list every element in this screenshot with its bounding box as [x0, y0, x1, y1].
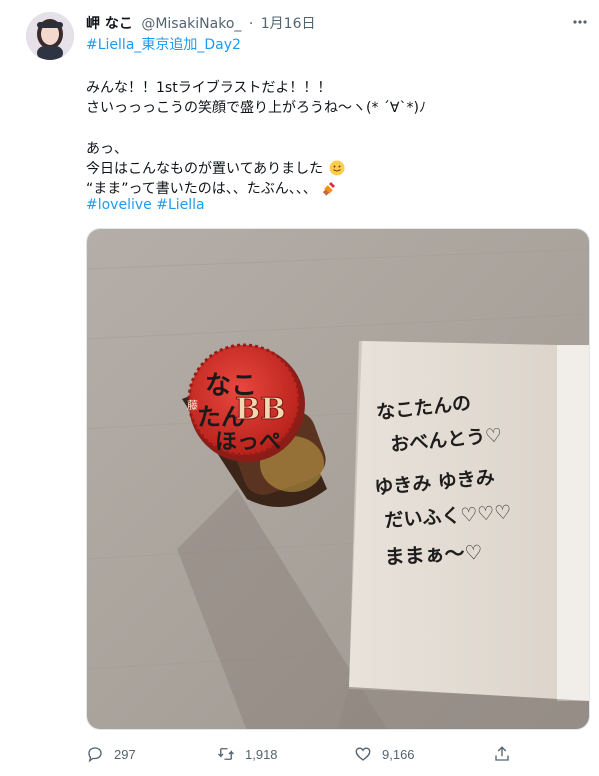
tweet-text-line-4: あっ、 [86, 141, 128, 157]
author-name[interactable]: 岬 なこ [86, 16, 133, 32]
separator-dot: · [248, 16, 254, 32]
tweet-photo[interactable]: なこ たん ほっぺ BB 藤 なこたんの おべんとう♡ ゆきみ ゆきみ だいふく… [86, 228, 590, 730]
tweet-text-line-5: 今日はこんなものが置いてありました [86, 161, 324, 177]
tweet-text-line-1: みんな！！1stライブラストだよ！！！ [86, 80, 332, 96]
note-line-5: ままぁ〜♡ [384, 540, 483, 569]
reply-count: 297 [114, 746, 136, 762]
like-count: 9,166 [382, 746, 415, 762]
tweet-actions: 297 1,918 9,166 [0, 740, 599, 768]
hashtag-liella-tokyo[interactable]: #Liella_東京追加_Day2 [86, 35, 241, 55]
reply-button[interactable]: 297 [86, 740, 136, 768]
reply-icon [88, 747, 102, 763]
cap-badge: BB [235, 392, 286, 427]
cap-small-text: 藤 [187, 399, 198, 412]
cap-text-3: ほっぺ [215, 430, 281, 455]
retweet-button[interactable]: 1,918 [217, 740, 278, 768]
hashtag-liella[interactable]: #Liella [156, 197, 204, 213]
tweet-text-line-2: さいっっっこうの笑顔で盛り上がろうね〜ヽ(* ´∀`*)ﾉ [86, 100, 426, 116]
tweet: 岬 なこ @MisakiNako_ · 1月16日 #Liella_東京追加_D… [0, 0, 599, 776]
hashtag-lovelive[interactable]: #lovelive [86, 197, 152, 213]
share-icon [495, 746, 509, 761]
share-button[interactable] [493, 740, 511, 768]
lipstick-icon [322, 180, 338, 196]
retweet-icon [218, 748, 234, 760]
avatar[interactable] [26, 12, 74, 60]
like-button[interactable]: 9,166 [354, 740, 415, 768]
more-options-icon[interactable] [572, 14, 588, 30]
retweet-count: 1,918 [245, 746, 278, 762]
tweet-header: 岬 なこ @MisakiNako_ · 1月16日 [86, 13, 316, 33]
tweet-text-line-5-row: 今日はこんなものが置いてありました [86, 159, 345, 179]
author-handle[interactable]: @MisakiNako_ [141, 16, 241, 32]
slightly-smiling-face-icon [329, 160, 345, 176]
hashtags-row: #lovelive #Liella [86, 195, 205, 215]
heart-icon [355, 747, 371, 761]
tweet-date[interactable]: 1月16日 [261, 16, 316, 32]
